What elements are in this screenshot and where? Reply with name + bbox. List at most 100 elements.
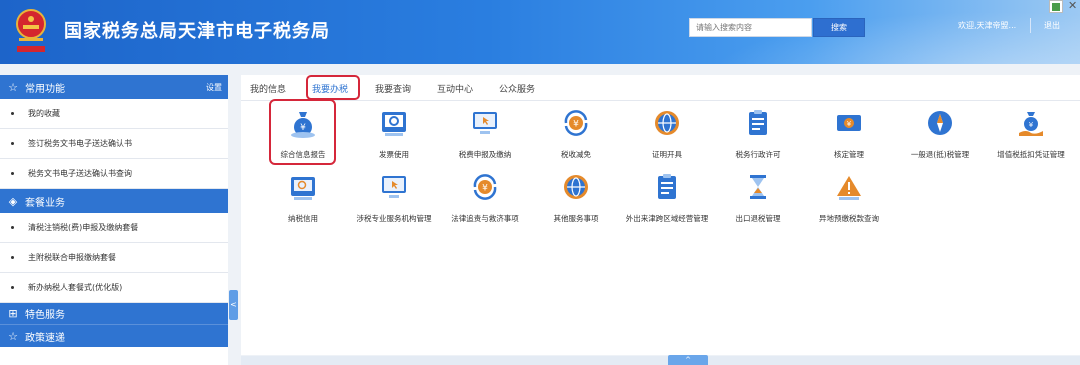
bullet-icon: [11, 112, 14, 115]
legal-icon: ¥: [473, 174, 497, 200]
sidebar-item-label: 税务文书电子送达确认书查询: [28, 169, 132, 178]
window-control-icon[interactable]: [1049, 0, 1063, 13]
svg-text:¥: ¥: [847, 120, 852, 128]
service-cross-region[interactable]: 外出来津跨区域经营管理: [619, 172, 715, 225]
bullet-icon: [11, 226, 14, 229]
tab-interaction[interactable]: 互动中心: [437, 82, 473, 95]
service-export-refund[interactable]: 出口退税管理: [714, 172, 802, 225]
service-tax-relief[interactable]: ¥ 税收减免: [532, 108, 620, 161]
svg-text:¥: ¥: [482, 184, 488, 194]
service-label: 出口退税管理: [735, 214, 781, 223]
bullet-icon: [11, 172, 14, 175]
service-invoice-use[interactable]: 发票使用: [350, 108, 438, 161]
credit-icon: [291, 177, 315, 200]
sidebar-section-title: 政策速递: [25, 332, 65, 344]
ticket-icon: ¥: [837, 115, 861, 131]
sidebar-section-title: 套餐业务: [25, 197, 65, 209]
invoice-icon: [382, 112, 406, 136]
service-label: 其他服务事项: [553, 214, 599, 223]
service-refund-management[interactable]: 一般退(抵)税管理: [896, 108, 984, 161]
sidebar-item-label: 清税注销税(费)申报及缴纳套餐: [28, 223, 139, 232]
sidebar-section-title: 常用功能: [25, 83, 65, 95]
grid-icon: ⊞: [8, 307, 18, 320]
main-panel: 我的信息 我要办税 我要查询 互动中心 公众服务 ¥ 综合信息报告 发票使用 税…: [241, 75, 1080, 355]
service-verification-management[interactable]: ¥ 核定管理: [805, 108, 893, 161]
scroll-up-button[interactable]: ^: [668, 355, 708, 365]
tab-public-service[interactable]: 公众服务: [499, 82, 535, 95]
service-label: 外出来津跨区域经营管理: [625, 214, 709, 223]
service-label: 税费申报及缴纳: [458, 150, 512, 159]
money-bag-icon: ¥: [291, 112, 315, 138]
hourglass-icon: [750, 175, 766, 199]
service-vat-deduction[interactable]: ¥ 增值税抵扣凭证管理: [987, 108, 1075, 161]
bullet-icon: [11, 256, 14, 259]
service-administrative-permit[interactable]: 税务行政许可: [714, 108, 802, 161]
compass-icon: [928, 111, 952, 135]
service-label: 核定管理: [834, 150, 864, 159]
star-icon: ☆: [8, 80, 18, 94]
globe-icon: [655, 111, 679, 135]
monitor-icon: [473, 112, 497, 134]
site-title: 国家税务总局天津市电子税务局: [64, 21, 330, 42]
sidebar-item-deregistration-package[interactable]: 清税注销税(费)申报及缴纳套餐: [0, 213, 228, 243]
tab-my-info[interactable]: 我的信息: [250, 82, 286, 95]
layers-icon: ◈: [8, 194, 18, 208]
star-icon: ☆: [8, 329, 18, 343]
service-label: 涉税专业服务机构管理: [356, 214, 432, 223]
service-label: 综合信息报告: [280, 150, 326, 159]
sidebar-item-new-taxpayer-package[interactable]: 新办纳税人套餐式(优化版): [0, 273, 228, 303]
service-tax-credit[interactable]: 纳税信用: [259, 172, 347, 225]
service-agency-management[interactable]: 涉税专业服务机构管理: [350, 172, 438, 225]
service-certificate[interactable]: 证明开具: [623, 108, 711, 161]
service-label: 一般退(抵)税管理: [910, 150, 970, 159]
sidebar-item-favorites[interactable]: 我的收藏: [0, 99, 228, 129]
tax-relief-icon: ¥: [564, 110, 588, 136]
sidebar-section-title: 特色服务: [25, 310, 65, 321]
service-tax-filing[interactable]: 税费申报及缴纳: [441, 108, 529, 161]
sidebar-item-label: 新办纳税人套餐式(优化版): [28, 283, 123, 292]
close-icon[interactable]: ✕: [1068, 0, 1077, 12]
sidebar-item-label: 主附税联合申报缴纳套餐: [28, 253, 116, 262]
welcome-text[interactable]: 欢迎,天津帝盟...: [958, 20, 1016, 31]
sidebar-section-policy[interactable]: ☆ 政策速递: [0, 325, 228, 347]
service-label: 发票使用: [379, 150, 409, 159]
tab-highlight-frame: [306, 75, 360, 100]
svg-text:¥: ¥: [573, 120, 579, 130]
search-button[interactable]: 搜索: [813, 18, 865, 37]
logout-link[interactable]: 退出: [1044, 20, 1060, 31]
service-label: 增值税抵扣凭证管理: [997, 150, 1065, 159]
tab-query[interactable]: 我要查询: [375, 82, 411, 95]
sidebar-item-sign-confirmation[interactable]: 签订税务文书电子送达确认书: [0, 129, 228, 159]
sidebar-item-joint-filing-package[interactable]: 主附税联合申报缴纳套餐: [0, 243, 228, 273]
globe-icon: [564, 175, 588, 199]
sidebar-item-confirmation-query[interactable]: 税务文书电子送达确认书查询: [0, 159, 228, 189]
service-comprehensive-report[interactable]: ¥ 综合信息报告: [259, 108, 347, 161]
service-label: 纳税信用: [288, 214, 318, 223]
service-label: 税务行政许可: [735, 150, 781, 159]
sidebar-section-common[interactable]: ☆ 常用功能 设置: [0, 75, 228, 99]
service-label: 税收减免: [561, 150, 591, 159]
settings-link[interactable]: 设置: [206, 82, 222, 93]
svg-text:¥: ¥: [1029, 121, 1034, 129]
header-divider: [1030, 18, 1031, 33]
clipboard-icon: [658, 174, 676, 199]
search-input[interactable]: [689, 18, 812, 37]
sidebar-section-packages[interactable]: ◈ 套餐业务: [0, 189, 228, 213]
sidebar: ☆ 常用功能 设置 我的收藏 签订税务文书电子送达确认书 税务文书电子送达确认书…: [0, 75, 228, 365]
sidebar-section-featured[interactable]: ⊞ 特色服务: [0, 303, 228, 325]
money-hand-icon: ¥: [1019, 112, 1043, 136]
bullet-icon: [11, 286, 14, 289]
sidebar-item-label: 签订税务文书电子送达确认书: [28, 139, 132, 148]
sidebar-collapse-button[interactable]: <: [229, 290, 238, 320]
bullet-icon: [11, 142, 14, 145]
national-emblem-icon: [16, 9, 46, 52]
service-label: 法律追责与救济事项: [451, 214, 519, 223]
service-remote-prepaid-query[interactable]: 异地预缴税款查询: [805, 172, 893, 225]
monitor-icon: [382, 176, 406, 198]
warning-icon: [837, 176, 861, 200]
service-other-matters[interactable]: 其他服务事项: [532, 172, 620, 225]
site-header: 国家税务总局天津市电子税务局 搜索 欢迎,天津帝盟... 退出: [0, 0, 1080, 64]
bottom-bar: [241, 356, 1080, 365]
service-legal-remedy[interactable]: ¥ 法律追责与救济事项: [441, 172, 529, 225]
service-label: 证明开具: [652, 150, 682, 159]
